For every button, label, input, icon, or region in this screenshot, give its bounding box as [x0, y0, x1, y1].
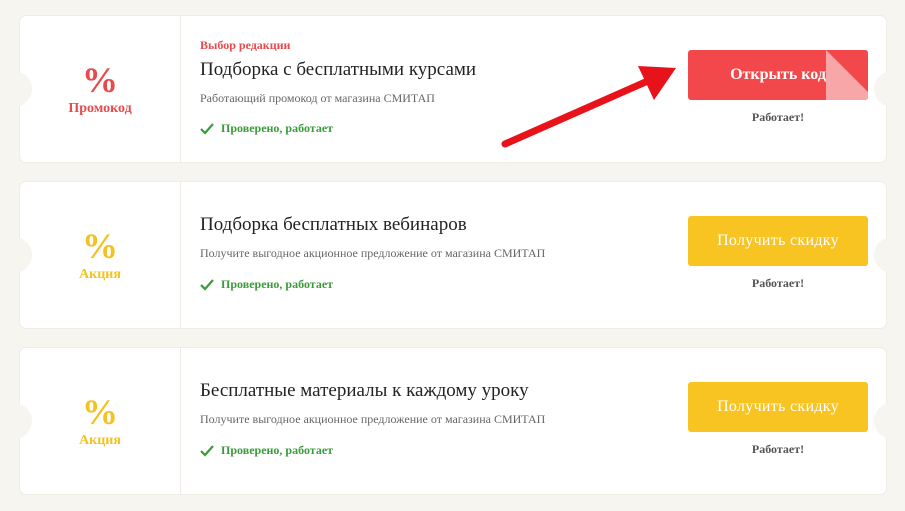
ticket-notch — [874, 237, 905, 273]
works-status: Работает! — [751, 110, 805, 124]
get-discount-button[interactable]: Получить скидку — [688, 382, 868, 432]
offer-type-label: Акция — [79, 267, 121, 282]
percent-icon: % — [82, 392, 118, 432]
offer-description: Работающий промокод от магазина СМИТАП — [200, 91, 435, 105]
check-icon — [200, 278, 214, 291]
offer-description: Получите выгодное акционное предложение … — [200, 412, 546, 426]
verified-status: Проверено, работает — [200, 121, 333, 136]
editors-choice-tag: Выбор редакции — [200, 38, 291, 52]
get-discount-button[interactable]: Получить скидку — [688, 216, 868, 266]
get-discount-button-label: Получить скидку — [717, 398, 839, 415]
offer-card-promotion: % Акция Подборка бесплатных вебинаров По… — [0, 182, 905, 328]
works-status: Работает! — [751, 442, 805, 456]
offer-type-label: Промокод — [68, 101, 132, 116]
offer-description: Получите выгодное акционное предложение … — [200, 246, 546, 260]
check-icon — [200, 122, 214, 135]
percent-icon: % — [82, 60, 118, 100]
percent-icon: % — [82, 226, 118, 266]
works-status: Работает! — [751, 276, 805, 290]
verified-label: Проверено, работает — [221, 121, 334, 135]
offer-title[interactable]: Подборка бесплатных вебинаров — [200, 214, 467, 236]
verified-label: Проверено, работает — [221, 443, 334, 457]
verified-label: Проверено, работает — [221, 277, 334, 291]
offer-type-label: Акция — [79, 433, 121, 448]
offer-type-badge: % Акция — [20, 348, 181, 494]
offer-title[interactable]: Подборка с бесплатными курсами — [200, 59, 476, 81]
verified-status: Проверено, работает — [200, 443, 333, 458]
offer-card-promocode: % Промокод Выбор редакции Подборка с бес… — [0, 16, 905, 162]
ticket-notch — [874, 403, 905, 439]
open-code-button[interactable]: Открыть код — [688, 50, 868, 100]
open-code-button-label: Открыть код — [730, 66, 826, 83]
offer-title[interactable]: Бесплатные материалы к каждому уроку — [200, 380, 529, 402]
offer-card-promotion: % Акция Бесплатные материалы к каждому у… — [0, 348, 905, 494]
check-icon — [200, 444, 214, 457]
offer-type-badge: % Промокод — [20, 16, 181, 162]
offer-type-badge: % Акция — [20, 182, 181, 328]
verified-status: Проверено, работает — [200, 277, 333, 292]
ticket-notch — [874, 71, 905, 107]
get-discount-button-label: Получить скидку — [717, 232, 839, 249]
